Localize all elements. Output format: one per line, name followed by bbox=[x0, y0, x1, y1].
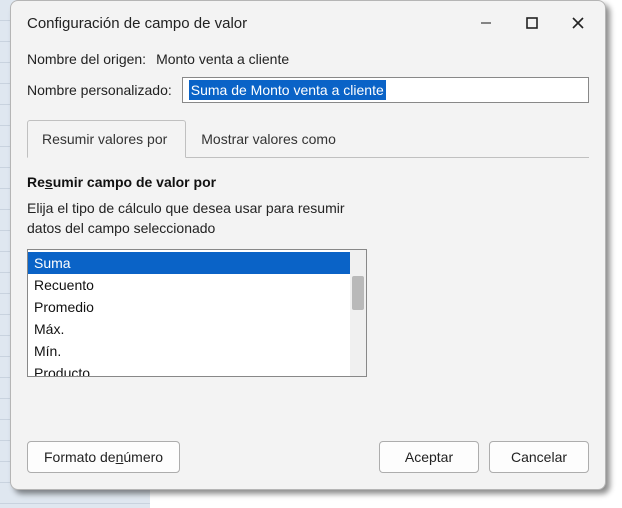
source-name-label: Nombre del origen: bbox=[27, 51, 146, 67]
maximize-icon bbox=[525, 16, 539, 30]
dialog-footer: Formato de número Aceptar Cancelar bbox=[11, 431, 605, 489]
tab-summarize-values-by[interactable]: Resumir valores por bbox=[27, 120, 186, 158]
listbox-items: SumaRecuentoPromedioMáx.Mín.Producto bbox=[28, 250, 350, 376]
source-name-value: Monto venta a cliente bbox=[156, 51, 289, 67]
custom-name-value: Suma de Monto venta a cliente bbox=[189, 80, 386, 100]
cancel-button[interactable]: Cancelar bbox=[489, 441, 589, 473]
desc-line-2: datos del campo seleccionado bbox=[27, 220, 215, 236]
calculation-type-listbox[interactable]: SumaRecuentoPromedioMáx.Mín.Producto bbox=[27, 249, 367, 377]
list-item[interactable]: Recuento bbox=[28, 274, 350, 296]
titlebar: Configuración de campo de valor bbox=[11, 1, 605, 45]
list-item[interactable]: Producto bbox=[28, 362, 350, 376]
maximize-button[interactable] bbox=[509, 7, 555, 39]
custom-name-input[interactable]: Suma de Monto venta a cliente bbox=[182, 77, 589, 103]
summarize-section-description: Elija el tipo de cálculo que desea usar … bbox=[27, 198, 589, 239]
close-icon bbox=[571, 16, 585, 30]
summarize-section-heading: Resumir campo de valor por bbox=[27, 174, 589, 190]
scrollbar-thumb[interactable] bbox=[352, 276, 364, 310]
custom-name-label: Nombre personalizado: bbox=[27, 82, 172, 98]
heading-ul: s bbox=[45, 174, 53, 190]
listbox-scrollbar[interactable] bbox=[350, 250, 366, 376]
dialog-content: Nombre del origen: Monto venta a cliente… bbox=[11, 45, 605, 431]
dialog-title: Configuración de campo de valor bbox=[27, 15, 463, 32]
close-button[interactable] bbox=[555, 7, 601, 39]
list-item[interactable]: Promedio bbox=[28, 296, 350, 318]
heading-post: umir campo de valor por bbox=[53, 174, 216, 190]
list-item[interactable]: Máx. bbox=[28, 318, 350, 340]
custom-name-row: Nombre personalizado: Suma de Monto vent… bbox=[27, 77, 589, 103]
list-item[interactable]: Mín. bbox=[28, 340, 350, 362]
list-item[interactable]: Suma bbox=[28, 252, 350, 274]
desc-line-1: Elija el tipo de cálculo que desea usar … bbox=[27, 200, 345, 216]
minimize-icon bbox=[480, 17, 492, 29]
tab-show-values-as[interactable]: Mostrar valores como bbox=[186, 120, 355, 158]
heading-pre: Re bbox=[27, 174, 45, 190]
number-format-button[interactable]: Formato de número bbox=[27, 441, 180, 473]
minimize-button[interactable] bbox=[463, 7, 509, 39]
value-field-settings-dialog: Configuración de campo de valor Nombre d… bbox=[10, 0, 606, 490]
source-name-row: Nombre del origen: Monto venta a cliente bbox=[27, 51, 589, 67]
nf-ul: n bbox=[116, 449, 124, 465]
ok-button[interactable]: Aceptar bbox=[379, 441, 479, 473]
nf-pre: Formato de bbox=[44, 449, 116, 465]
nf-post: úmero bbox=[123, 449, 163, 465]
tabs: Resumir valores por Mostrar valores como bbox=[27, 119, 589, 158]
